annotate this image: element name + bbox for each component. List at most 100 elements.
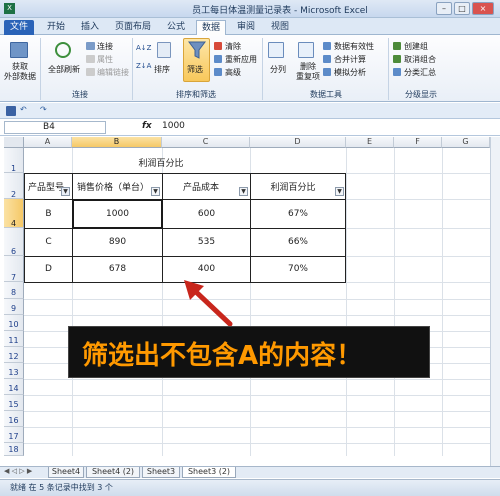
row-header-10[interactable]: 10	[4, 315, 24, 331]
filter-button-label: 筛选	[187, 65, 203, 74]
tab-view[interactable]: 视图	[266, 20, 294, 35]
maximize-button[interactable]: □	[454, 2, 470, 15]
filter-dropdown-icon[interactable]: ▼	[335, 187, 344, 196]
table-cell[interactable]: B	[25, 209, 72, 219]
group-label-outline: 分级显示	[405, 90, 437, 99]
ungroup-icon	[393, 55, 401, 63]
row-header-4[interactable]: 4	[4, 199, 24, 228]
edit-links-button[interactable]: 编辑链接	[97, 67, 129, 78]
header-profit-percent[interactable]: 利润百分比	[251, 180, 335, 193]
row-header-1[interactable]: 1	[4, 148, 24, 173]
header-sale-price[interactable]: 销售价格（单台）	[73, 180, 153, 193]
database-icon	[10, 42, 28, 58]
reapply-icon	[214, 55, 222, 63]
what-if-analysis-button[interactable]: 模拟分析	[334, 67, 366, 78]
row-header-9[interactable]: 9	[4, 299, 24, 315]
column-header-c[interactable]: C	[162, 137, 250, 148]
header-product-cost[interactable]: 产品成本	[163, 180, 239, 193]
filter-active-icon[interactable]: ▼	[61, 187, 70, 196]
sheet-tab[interactable]: Sheet3	[142, 467, 180, 478]
subtotal-button[interactable]: 分类汇总	[404, 67, 436, 78]
data-validation-button[interactable]: 数据有效性	[334, 41, 374, 52]
tab-file[interactable]: 文件	[4, 20, 34, 35]
table-cell[interactable]: 890	[73, 237, 162, 247]
column-header-g[interactable]: G	[442, 137, 490, 148]
sort-za-button[interactable]: Z↓A	[136, 62, 151, 70]
table-cell[interactable]: 400	[163, 264, 250, 274]
row-header-2[interactable]: 2	[4, 173, 24, 199]
row-header-16[interactable]: 16	[4, 411, 24, 427]
tab-data[interactable]: 数据	[196, 20, 226, 35]
get-external-data-button[interactable]: 获取 外部数据	[4, 62, 36, 82]
remove-duplicates-button[interactable]: 删除 重复项	[294, 62, 322, 82]
table-cell[interactable]: 1000	[73, 209, 162, 219]
minimize-button[interactable]: –	[436, 2, 452, 15]
sheet-tab[interactable]: Sheet4	[48, 467, 84, 478]
clear-button[interactable]: 清除	[225, 41, 241, 52]
column-header-d[interactable]: D	[250, 137, 346, 148]
table-cell[interactable]: 66%	[251, 237, 345, 247]
formula-input[interactable]: 1000	[162, 121, 185, 131]
redo-icon[interactable]: ↷	[40, 105, 47, 114]
sort-az-button[interactable]: A↓Z	[136, 44, 151, 52]
advanced-filter-icon	[214, 68, 222, 76]
column-header-e[interactable]: E	[346, 137, 394, 148]
properties-button[interactable]: 属性	[97, 54, 113, 65]
sheet-tab[interactable]: Sheet4 (2)	[86, 467, 140, 478]
vertical-scrollbar[interactable]	[490, 137, 500, 466]
sort-icon	[157, 42, 171, 58]
row-header-12[interactable]: 12	[4, 347, 24, 363]
table-cell[interactable]: 70%	[251, 264, 345, 274]
callout-text: 筛选出不包含A的内容！	[82, 341, 363, 371]
column-header-b[interactable]: B	[72, 137, 162, 148]
column-header-a[interactable]: A	[24, 137, 72, 148]
group-label-data-tools: 数据工具	[310, 90, 342, 99]
refresh-icon	[55, 42, 71, 58]
name-box[interactable]: B4	[4, 121, 106, 134]
tab-insert[interactable]: 插入	[76, 20, 104, 35]
header-product-model[interactable]: 产品型号	[25, 180, 65, 193]
row-header-15[interactable]: 15	[4, 395, 24, 411]
table-cell[interactable]: 600	[163, 209, 250, 219]
close-button[interactable]: ×	[472, 2, 494, 15]
row-header-8[interactable]: 8	[4, 282, 24, 299]
table-cell[interactable]: 678	[73, 264, 162, 274]
row-header-18[interactable]: 18	[4, 443, 24, 456]
table-cell[interactable]: C	[25, 237, 72, 247]
row-header-11[interactable]: 11	[4, 331, 24, 347]
table-title-cell[interactable]: 利润百分比	[72, 156, 250, 169]
clear-filter-icon	[214, 42, 222, 50]
what-if-icon	[323, 68, 331, 76]
consolidate-button[interactable]: 合并计算	[334, 54, 366, 65]
row-header-17[interactable]: 17	[4, 427, 24, 443]
table-cell[interactable]: 67%	[251, 209, 345, 219]
tab-page-layout[interactable]: 页面布局	[110, 20, 156, 35]
tab-formulas[interactable]: 公式	[162, 20, 190, 35]
insert-function-icon[interactable]: fx	[142, 121, 152, 131]
undo-icon[interactable]: ↶	[20, 105, 27, 114]
tab-home[interactable]: 开始	[42, 20, 70, 35]
sheet-tab-active[interactable]: Sheet3 (2)	[182, 467, 236, 478]
table-cell[interactable]: 535	[163, 237, 250, 247]
sort-button[interactable]: 排序	[154, 64, 170, 75]
row-header-6[interactable]: 6	[4, 228, 24, 256]
select-all-corner[interactable]	[4, 137, 24, 148]
sheet-nav-arrows[interactable]: ◀ ◁ ▷ ▶	[4, 467, 32, 475]
row-header-13[interactable]: 13	[4, 363, 24, 379]
advanced-button[interactable]: 高级	[225, 67, 241, 78]
filter-dropdown-icon[interactable]: ▼	[239, 187, 248, 196]
group-icon	[393, 42, 401, 50]
filter-dropdown-icon[interactable]: ▼	[151, 187, 160, 196]
table-cell[interactable]: D	[25, 264, 72, 274]
row-header-14[interactable]: 14	[4, 379, 24, 395]
group-button[interactable]: 创建组	[404, 41, 428, 52]
connections-button[interactable]: 连接	[97, 41, 113, 52]
text-to-columns-button[interactable]: 分列	[270, 64, 286, 75]
reapply-button[interactable]: 重新应用	[225, 54, 257, 65]
row-header-7[interactable]: 7	[4, 256, 24, 282]
column-header-f[interactable]: F	[394, 137, 442, 148]
tab-review[interactable]: 审阅	[232, 20, 260, 35]
refresh-all-button[interactable]: 全部刷新	[44, 64, 84, 75]
ungroup-button[interactable]: 取消组合	[404, 54, 436, 65]
save-icon[interactable]	[6, 106, 16, 116]
